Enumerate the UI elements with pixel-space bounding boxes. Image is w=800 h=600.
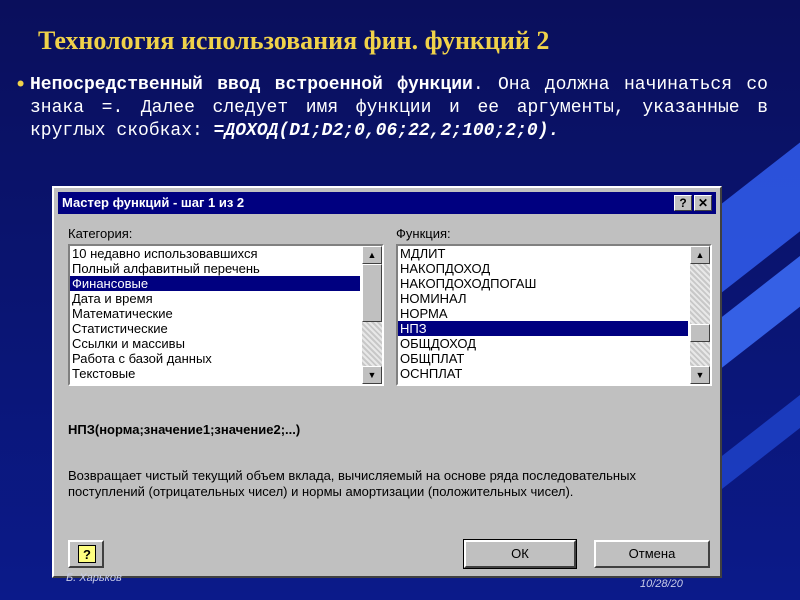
function-list-item[interactable]: НАКОПДОХОД (398, 261, 688, 276)
close-button[interactable]: ✕ (694, 195, 712, 211)
function-scrollbar[interactable]: ▲ ▼ (690, 246, 710, 384)
function-listbox[interactable]: МДЛИТ НАКОПДОХОД НАКОПДОХОДПОГАШ НОМИНАЛ НОР… (396, 244, 712, 386)
category-list-item[interactable]: Статистические (70, 321, 360, 336)
category-label: Категория: (68, 226, 133, 241)
function-list-item[interactable]: НОРМА (398, 306, 688, 321)
category-list-item[interactable]: Текстовые (70, 366, 360, 381)
function-wizard-dialog: Мастер функций - шаг 1 из 2 ? ✕ Категори… (52, 186, 722, 578)
slide-title: Технология использования фин. функций 2 (38, 26, 550, 55)
bullet-formula: =ДОХОД(D1;D2;0,06;22,2;100;2;0). (213, 121, 560, 141)
scroll-thumb[interactable] (690, 324, 710, 342)
bullet-text: • Непосредственный ввод встроенной функц… (14, 74, 768, 143)
function-list-item[interactable]: ОБЩДОХОД (398, 336, 688, 351)
function-description: Возвращает чистый текущий объем вклада, … (68, 468, 636, 499)
category-list-item[interactable]: Полный алфавитный перечень (70, 261, 360, 276)
question-icon: ? (78, 545, 96, 563)
function-label: Функция: (396, 226, 451, 241)
scroll-down-icon[interactable]: ▼ (362, 366, 382, 384)
dialog-titlebar[interactable]: Мастер функций - шаг 1 из 2 ? ✕ (58, 192, 716, 214)
category-list-item[interactable]: 10 недавно использовавшихся (70, 246, 360, 261)
category-list-item[interactable]: Финансовые (70, 276, 360, 291)
category-listbox[interactable]: 10 недавно использовавшихся Полный алфави… (68, 244, 384, 386)
function-list-item[interactable]: МДЛИТ (398, 246, 688, 261)
bullet-bold: Непосредственный ввод встроенной функции (30, 75, 473, 95)
function-list-item[interactable]: ОСНПЛАТ (398, 366, 688, 381)
category-list-item[interactable]: Дата и время (70, 291, 360, 306)
ok-button[interactable]: ОК (463, 539, 577, 569)
function-list-item[interactable]: ОБЩПЛАТ (398, 351, 688, 366)
function-list-item[interactable]: НАКОПДОХОДПОГАШ (398, 276, 688, 291)
function-list-item[interactable]: НОМИНАЛ (398, 291, 688, 306)
scroll-up-icon[interactable]: ▲ (690, 246, 710, 264)
scroll-thumb[interactable] (362, 264, 382, 322)
bullet-dot-icon: • (14, 73, 28, 98)
scroll-up-icon[interactable]: ▲ (362, 246, 382, 264)
help-title-button[interactable]: ? (674, 195, 692, 211)
scroll-down-icon[interactable]: ▼ (690, 366, 710, 384)
category-list-item[interactable]: Ссылки и массивы (70, 336, 360, 351)
category-list-item[interactable]: Работа с базой данных (70, 351, 360, 366)
footer-date: 10/28/20 (640, 578, 683, 590)
footer-author: Б. Харьков (66, 572, 122, 584)
function-list-item[interactable]: НПЗ (398, 321, 688, 336)
category-list-item[interactable]: Математические (70, 306, 360, 321)
category-scrollbar[interactable]: ▲ ▼ (362, 246, 382, 384)
function-syntax: НПЗ(норма;значение1;значение2;...) (68, 422, 301, 437)
cancel-button[interactable]: Отмена (594, 540, 710, 568)
dialog-title: Мастер функций - шаг 1 из 2 (62, 195, 245, 210)
office-assistant-button[interactable]: ? (68, 540, 104, 568)
